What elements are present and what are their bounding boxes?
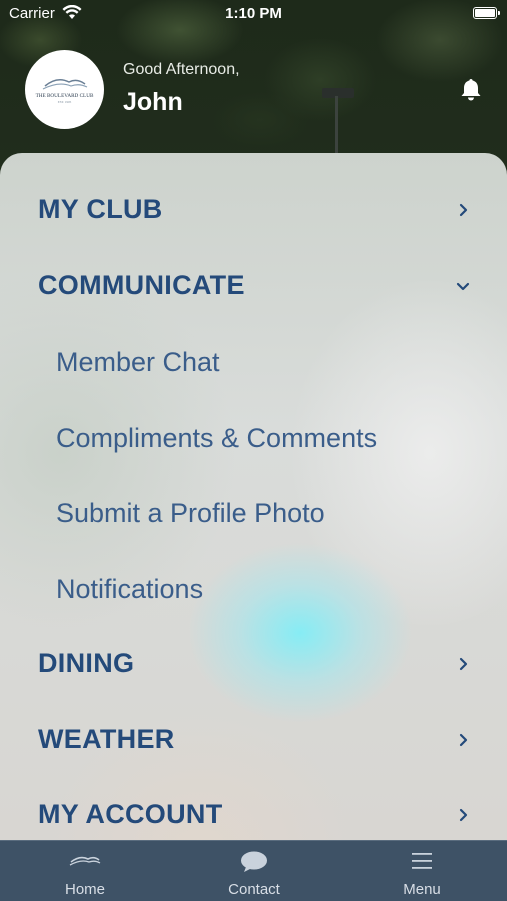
tab-label: Home <box>64 881 105 898</box>
chat-bubble-icon <box>241 851 267 872</box>
lamp-post-head <box>322 88 354 98</box>
lamp-post-pole <box>335 96 338 156</box>
chevron-down-icon <box>456 282 470 291</box>
club-logo-image: THE BOULEVARD CLUB EST. 1905 <box>36 79 94 104</box>
greeting-text: Good Afternoon, <box>123 61 240 78</box>
menu-item-my-account[interactable]: MY ACCOUNT <box>0 785 507 843</box>
club-logo[interactable]: THE BOULEVARD CLUB EST. 1905 <box>25 50 104 129</box>
status-bar: Carrier 1:10 PM <box>0 0 507 28</box>
menu-item-dining[interactable]: DINING <box>0 634 507 694</box>
menu-item-communicate[interactable]: COMMUNICATE <box>0 256 507 316</box>
menu-item-my-club[interactable]: MY CLUB <box>0 180 507 240</box>
tab-contact[interactable]: Contact <box>194 841 314 901</box>
submenu-item-member-chat[interactable]: Member Chat <box>0 332 507 392</box>
menu-item-label: WEATHER <box>38 724 175 754</box>
main-menu-panel: MY CLUB COMMUNICATE Member Chat Complime… <box>0 153 507 843</box>
club-logo-icon <box>69 856 101 866</box>
submenu-item-label: Member Chat <box>56 347 220 377</box>
chevron-right-icon <box>459 657 468 671</box>
tab-label: Menu <box>403 881 441 898</box>
menu-item-label: MY CLUB <box>38 194 163 224</box>
user-name: John <box>123 88 183 116</box>
chevron-right-icon <box>459 808 468 822</box>
bottom-tab-bar: Home Contact Menu <box>0 840 507 901</box>
menu-item-label: COMMUNICATE <box>38 270 245 300</box>
menu-item-label: MY ACCOUNT <box>38 799 223 829</box>
submenu-item-label: Notifications <box>56 574 204 604</box>
logo-subtext: EST. 1905 <box>58 100 72 104</box>
submenu-item-label: Compliments & Comments <box>56 423 378 453</box>
chevron-right-icon <box>459 203 468 217</box>
menu-item-label: DINING <box>38 648 135 678</box>
chevron-right-icon <box>459 733 468 747</box>
logo-text: THE BOULEVARD CLUB <box>36 93 94 99</box>
menu-item-weather[interactable]: WEATHER <box>0 710 507 770</box>
submenu-item-label: Submit a Profile Photo <box>56 498 325 528</box>
submenu-item-submit-profile-photo[interactable]: Submit a Profile Photo <box>0 483 507 543</box>
notification-bell-icon[interactable] <box>457 76 485 104</box>
battery-icon <box>473 7 500 19</box>
submenu-item-compliments-comments[interactable]: Compliments & Comments <box>0 408 507 468</box>
submenu-item-notifications[interactable]: Notifications <box>0 559 507 619</box>
hamburger-menu-icon <box>412 853 432 869</box>
tab-menu[interactable]: Menu <box>362 841 482 901</box>
clock: 1:10 PM <box>225 5 282 22</box>
tab-home[interactable]: Home <box>25 841 145 901</box>
tab-label: Contact <box>228 881 280 898</box>
